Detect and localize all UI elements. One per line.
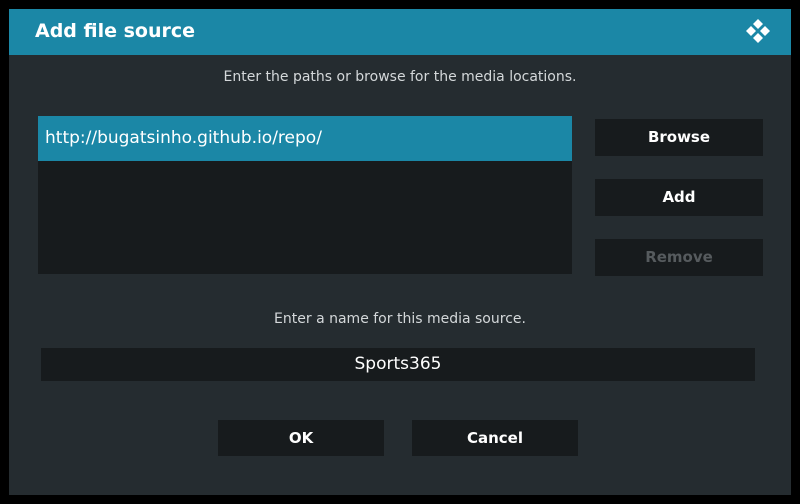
dialog-title: Add file source: [35, 20, 196, 42]
cancel-button[interactable]: Cancel: [412, 420, 578, 456]
remove-button[interactable]: Remove: [595, 239, 763, 276]
dialog-title-bar: Add file source: [9, 9, 791, 55]
name-instruction: Enter a name for this media source.: [274, 311, 526, 327]
browse-button[interactable]: Browse: [595, 119, 763, 156]
path-list-item[interactable]: http://bugatsinho.github.io/repo/: [38, 116, 572, 161]
paths-instruction: Enter the paths or browse for the media …: [223, 69, 577, 85]
source-name-field[interactable]: Sports365: [41, 348, 755, 381]
path-list[interactable]: http://bugatsinho.github.io/repo/: [38, 116, 572, 274]
ok-button[interactable]: OK: [218, 420, 384, 456]
add-file-source-dialog: Add file source Enter the paths or brows…: [9, 9, 791, 495]
add-button[interactable]: Add: [595, 179, 763, 216]
kodi-logo-icon: [746, 19, 770, 43]
